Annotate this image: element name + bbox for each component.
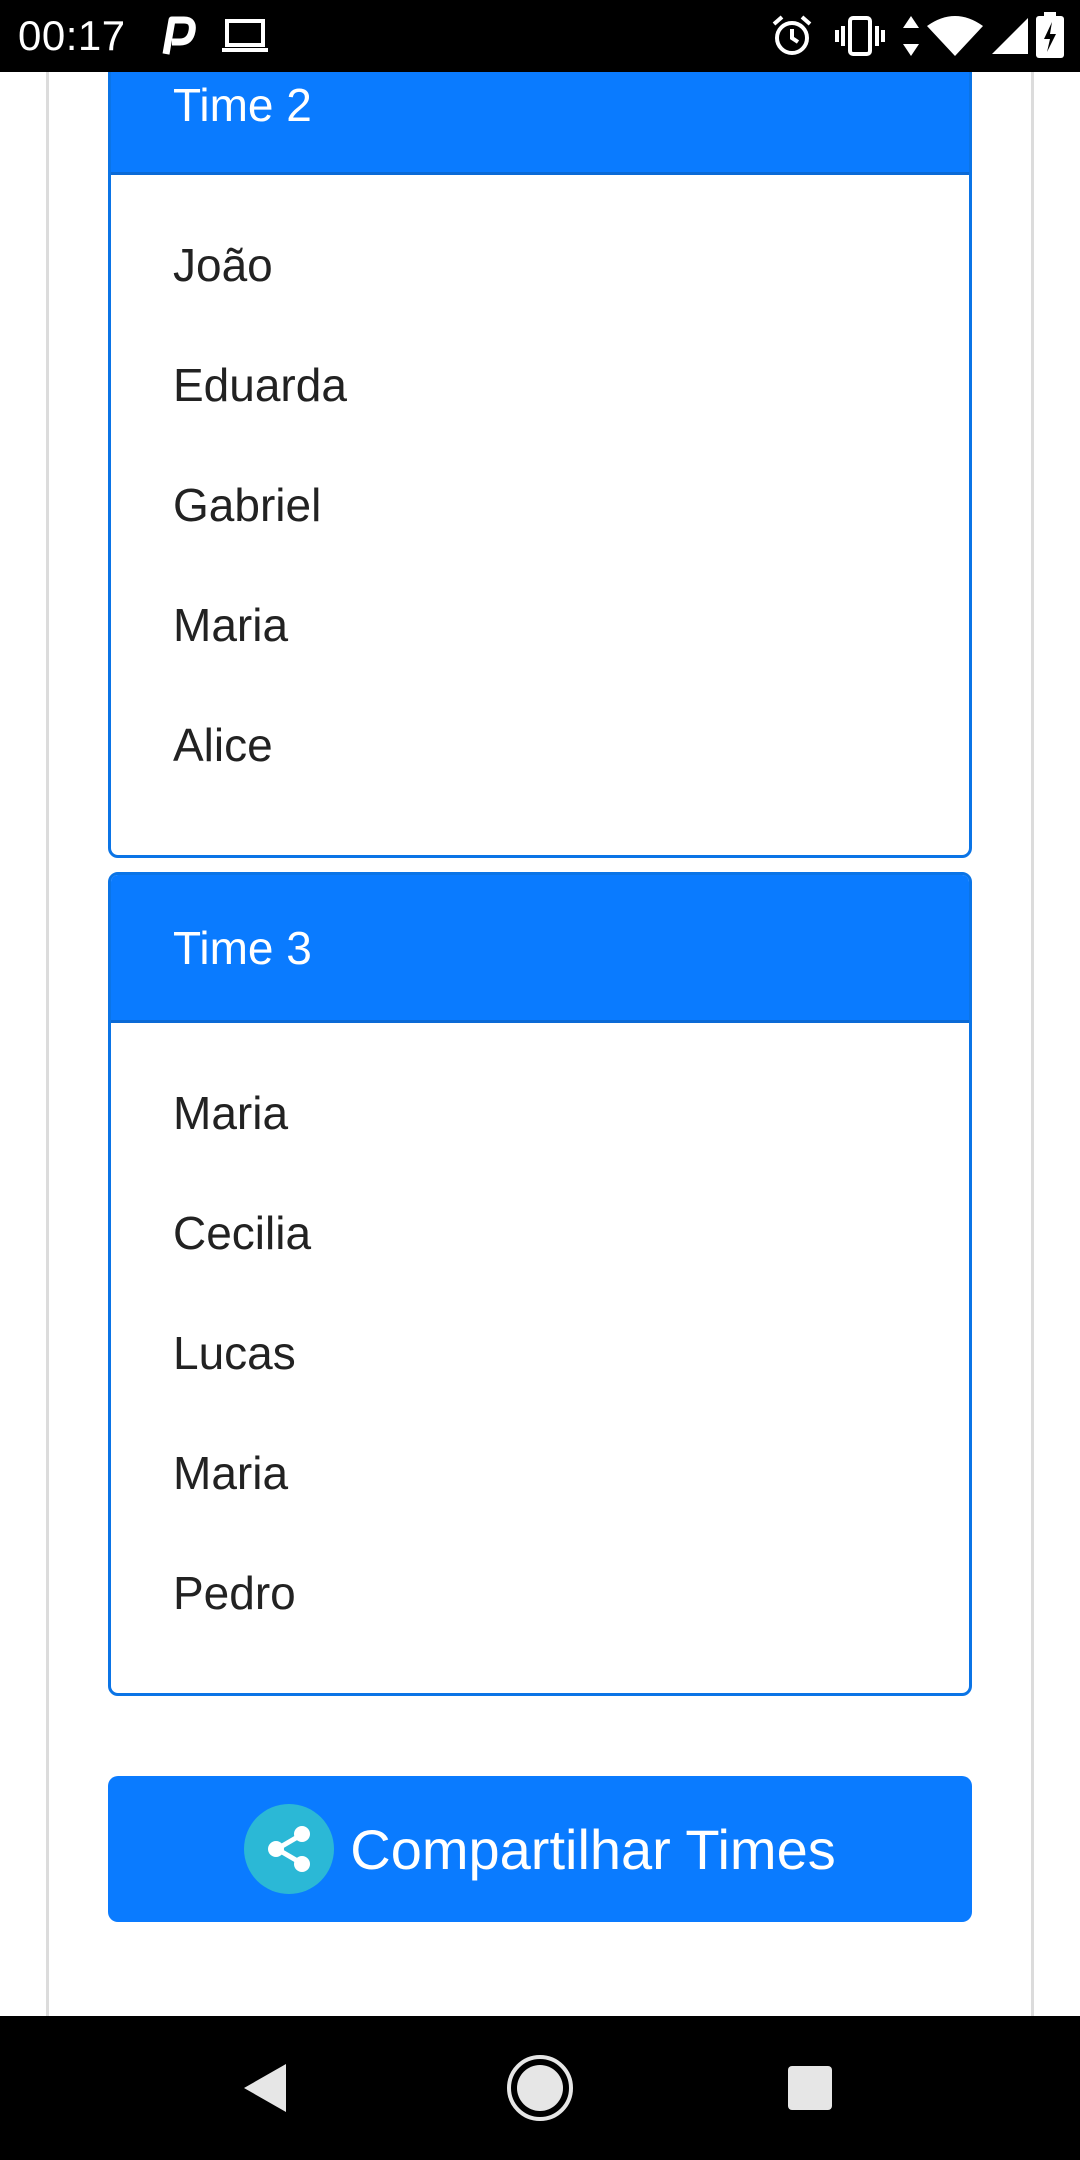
p-notification-icon (162, 16, 196, 55)
player-item: Eduarda (173, 359, 347, 411)
player-item: Maria (173, 1447, 289, 1499)
back-icon[interactable] (240, 2060, 290, 2116)
status-bar: 00:17 (0, 0, 1080, 72)
recents-icon[interactable] (786, 2064, 834, 2112)
team-card: Time 3 Maria Cecilia Lucas Maria Pedro (108, 872, 972, 1696)
navigation-bar (0, 2016, 1080, 2160)
share-teams-button[interactable]: Compartilhar Times (108, 1776, 972, 1922)
player-item: Lucas (173, 1327, 296, 1379)
signal-icon (992, 18, 1028, 54)
player-item: Cecilia (173, 1207, 312, 1259)
team-title: Time 2 (173, 79, 312, 131)
share-button-label: Compartilhar Times (350, 1817, 836, 1881)
team-players-list: Maria Cecilia Lucas Maria Pedro (111, 1023, 969, 1653)
team-title: Time 3 (173, 921, 312, 974)
share-icon (244, 1804, 335, 1894)
status-time: 00:17 (18, 12, 126, 59)
vibrate-icon (835, 16, 885, 56)
player-item: Maria (173, 599, 289, 651)
data-arrows-icon (903, 16, 919, 56)
team-card: Time 2 João Eduarda Gabriel Maria Alice (108, 72, 972, 858)
wifi-icon (927, 16, 983, 56)
player-item: João (173, 239, 273, 291)
player-item: Maria (173, 1087, 289, 1139)
alarm-icon (772, 15, 812, 55)
battery-icon (1036, 12, 1064, 58)
main-content[interactable]: Time 2 João Eduarda Gabriel Maria Alice … (0, 72, 1080, 2016)
team-header: Time 2 (111, 72, 969, 175)
team-header: Time 3 (111, 875, 969, 1023)
player-item: Pedro (173, 1567, 296, 1619)
team-players-list: João Eduarda Gabriel Maria Alice (111, 175, 969, 805)
player-item: Alice (173, 719, 273, 771)
player-item: Gabriel (173, 479, 322, 531)
laptop-icon (222, 19, 268, 52)
home-icon[interactable] (506, 2054, 574, 2122)
